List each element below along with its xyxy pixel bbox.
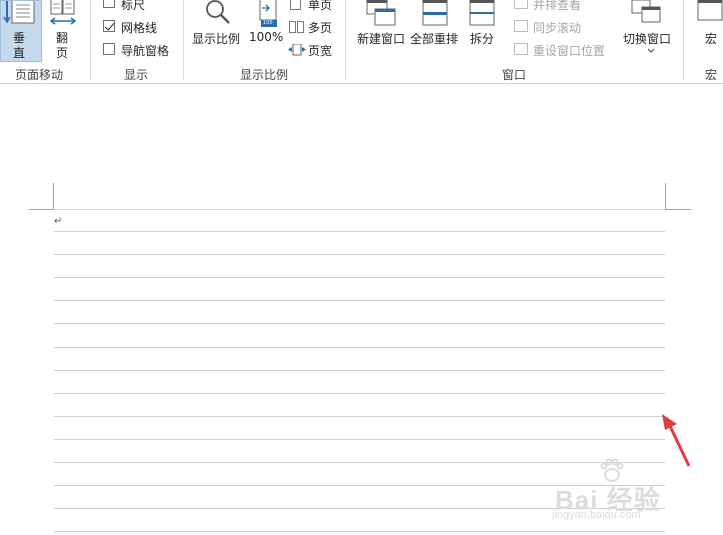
gridline xyxy=(54,300,665,302)
group-label-macros: 宏 xyxy=(705,68,718,82)
arrange-all-icon xyxy=(422,0,448,26)
switch-windows-label: 切换窗口 xyxy=(623,32,672,46)
vertical-label-2: 直 xyxy=(13,46,26,60)
split-label: 拆分 xyxy=(470,32,495,46)
crop-mark-right xyxy=(665,183,666,209)
gridlines-label: 网格线 xyxy=(121,21,158,35)
side-to-side-button[interactable]: 翻 页 xyxy=(44,0,84,62)
ribbon-view-tab: 垂 直 翻 页 页面移动 标尺 网格线 导航窗格 显示 显示比例 100 100… xyxy=(0,0,723,84)
zoom-100-button[interactable]: 100 100% xyxy=(247,0,285,62)
group-separator xyxy=(683,0,684,80)
view-side-by-side-button[interactable]: 并排查看 xyxy=(512,0,612,12)
page-width-icon xyxy=(288,44,306,56)
arrange-all-label: 全部重排 xyxy=(410,32,459,46)
gridline xyxy=(54,369,665,371)
one-page-label: 单页 xyxy=(308,0,333,12)
reset-position-icon xyxy=(514,43,528,55)
new-window-icon xyxy=(366,0,396,26)
sync-scroll-label: 同步滚动 xyxy=(533,21,582,35)
vertical-page-movement-button[interactable]: 垂 直 xyxy=(0,0,42,62)
crop-mark-left-h xyxy=(29,209,54,210)
multiple-pages-label: 多页 xyxy=(308,21,333,35)
watermark-url: jingyan.baidu.com xyxy=(552,509,641,521)
macros-button[interactable]: 宏 xyxy=(692,0,723,62)
group-separator xyxy=(345,0,346,80)
page-top-edge xyxy=(54,209,665,210)
reset-window-position-button[interactable]: 重设窗口位置 xyxy=(512,42,612,58)
gridline xyxy=(54,277,665,279)
split-icon xyxy=(469,0,495,26)
book-pages-icon xyxy=(49,0,77,25)
macros-icon xyxy=(697,0,723,21)
navigation-pane-label: 导航窗格 xyxy=(121,44,170,58)
reset-position-label: 重设窗口位置 xyxy=(533,44,606,58)
page-width-label: 页宽 xyxy=(308,44,333,58)
chevron-down-icon xyxy=(647,48,655,53)
new-window-label: 新建窗口 xyxy=(357,32,406,46)
page-width-button[interactable]: 页宽 xyxy=(288,42,338,58)
gridline xyxy=(54,323,665,325)
crop-mark-right-h xyxy=(665,209,691,210)
new-window-button[interactable]: 新建窗口 xyxy=(354,0,408,62)
red-arrow-annotation xyxy=(662,414,691,467)
one-page-button[interactable]: 单页 xyxy=(288,0,338,12)
gridline xyxy=(54,254,665,256)
group-separator xyxy=(90,0,91,80)
zoom-100-icon-text: 100 xyxy=(263,20,273,26)
group-label-window: 窗口 xyxy=(502,68,527,82)
group-separator xyxy=(183,0,184,80)
zoom-100-label: 100% xyxy=(249,30,284,44)
zoom-button[interactable]: 显示比例 xyxy=(190,0,244,62)
ruler-checkbox[interactable] xyxy=(103,0,115,8)
gridline xyxy=(54,462,665,463)
gridline xyxy=(54,346,665,348)
gridline xyxy=(54,392,665,394)
arrange-all-button[interactable]: 全部重排 xyxy=(410,0,464,62)
side-by-side-label: 并排查看 xyxy=(533,0,582,12)
macros-label: 宏 xyxy=(705,32,718,46)
group-label-page-movement: 页面移动 xyxy=(15,68,64,82)
ruler-label: 标尺 xyxy=(121,0,146,12)
split-button[interactable]: 拆分 xyxy=(466,0,500,62)
switch-windows-button[interactable]: 切换窗口 xyxy=(621,0,677,62)
multiple-pages-button[interactable]: 多页 xyxy=(288,19,338,35)
zoom-label: 显示比例 xyxy=(192,32,241,46)
gridline xyxy=(54,231,665,232)
group-label-zoom: 显示比例 xyxy=(240,68,289,82)
group-label-show: 显示 xyxy=(124,68,149,82)
crop-mark-left xyxy=(53,183,54,209)
switch-windows-icon xyxy=(631,0,661,23)
magnifier-icon xyxy=(206,0,230,24)
synchronous-scrolling-button[interactable]: 同步滚动 xyxy=(512,19,612,35)
multiple-pages-icon xyxy=(289,21,296,33)
gridline xyxy=(54,438,665,440)
multiple-pages-icon-2 xyxy=(297,21,304,33)
one-page-icon xyxy=(290,0,301,10)
gridline xyxy=(54,531,665,533)
vertical-pages-icon xyxy=(3,1,35,24)
paragraph-mark: ↵ xyxy=(54,216,63,227)
navigation-pane-checkbox[interactable] xyxy=(103,43,115,55)
gridline xyxy=(54,415,665,417)
side-by-side-icon xyxy=(514,0,528,9)
sync-scroll-icon xyxy=(514,20,528,32)
gridlines-checkbox[interactable] xyxy=(103,20,115,32)
flip-label-2: 页 xyxy=(56,46,69,60)
